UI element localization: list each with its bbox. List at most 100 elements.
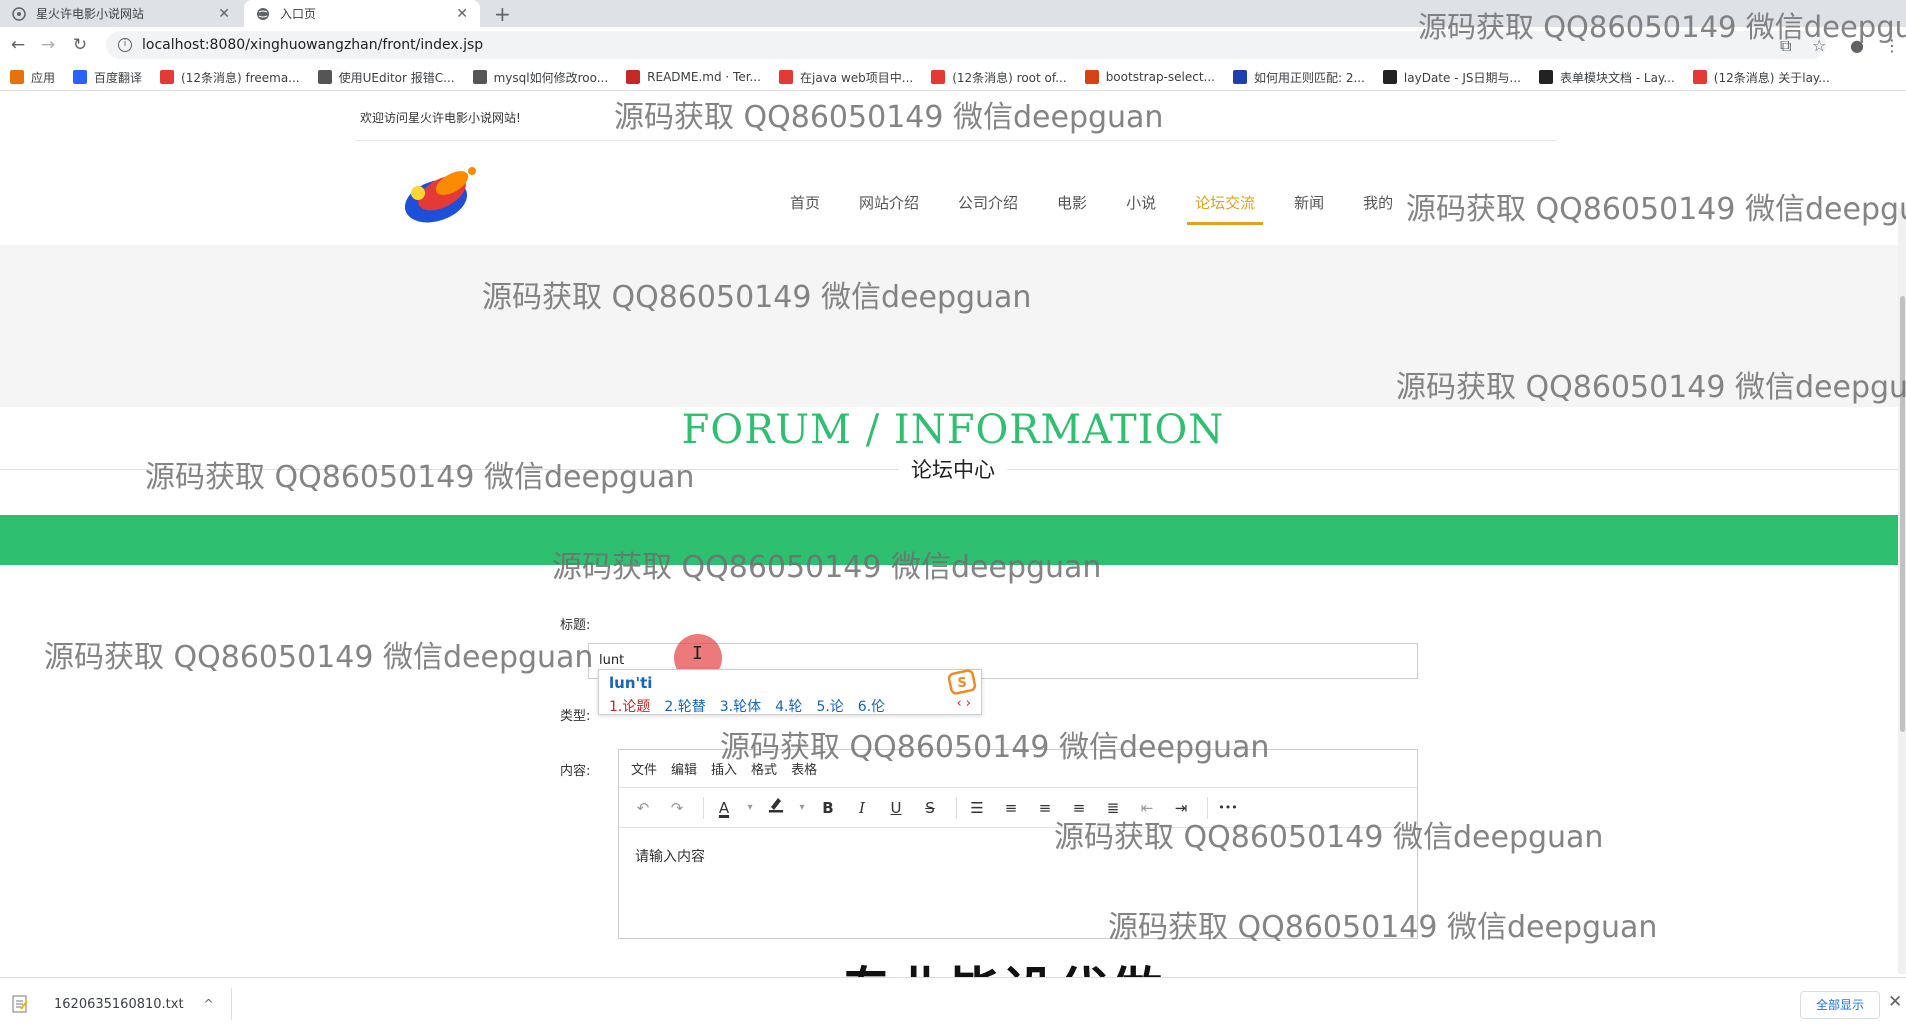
- ime-page-arrows[interactable]: ‹ ›: [956, 696, 971, 711]
- editor-menu-item[interactable]: 表格: [791, 759, 817, 778]
- italic-icon[interactable]: I: [848, 795, 876, 821]
- site-favicon-icon: [12, 6, 26, 21]
- section-subtitle-wrap: 论坛中心: [0, 454, 1906, 484]
- bookmark-item[interactable]: 使用UEditor 报错C...: [317, 69, 455, 86]
- bookmark-item[interactable]: (12条消息) 关于lay...: [1692, 69, 1830, 86]
- ime-candidate[interactable]: 3.轮体: [720, 696, 761, 716]
- svg-text:S: S: [957, 676, 966, 691]
- bookmark-item[interactable]: 在java web项目中...: [779, 69, 913, 86]
- site-logo[interactable]: [396, 157, 490, 229]
- nav-item[interactable]: 公司介绍: [958, 192, 1018, 213]
- bookmark-star-icon[interactable]: ☆: [1812, 36, 1826, 55]
- show-all-button[interactable]: 全部显示: [1800, 991, 1880, 1019]
- close-icon[interactable]: ✕: [1888, 992, 1902, 1012]
- bookmarks-bar: 应用 百度翻译 (12条消息) freema... 使用UEditor 报错C... m…: [0, 64, 1906, 91]
- section-subtitle: 论坛中心: [899, 458, 1007, 482]
- bookmark-label: layDate - JS日期与...: [1403, 70, 1521, 85]
- download-filename: 1620635160810.txt: [54, 996, 184, 1012]
- ime-candidate[interactable]: 4.轮: [775, 696, 802, 716]
- ime-candidate[interactable]: 6.伦: [858, 696, 885, 716]
- type-label: 类型:: [560, 709, 591, 724]
- tab-site[interactable]: 星火许电影小说网站 ✕: [0, 0, 242, 27]
- translate-icon[interactable]: ⧉: [1780, 36, 1791, 56]
- section-title: FORUM / INFORMATION: [681, 407, 1225, 453]
- nav-item[interactable]: 电影: [1057, 192, 1087, 213]
- editor-toolbar: ↶ ↷ A ▾ ▾ B I U S ☰ ≡ ≡ ≡ ≣ ⇤ ⇥ •••: [619, 788, 1417, 828]
- ime-candidate[interactable]: 1.论题: [609, 696, 650, 716]
- bookmark-label: 在java web项目中...: [800, 70, 914, 85]
- ime-candidate[interactable]: 2.轮替: [664, 696, 705, 716]
- bookmark-favicon-icon: [626, 70, 641, 84]
- editor-menu-item[interactable]: 插入: [711, 759, 737, 778]
- align-left-icon[interactable]: ≡: [997, 795, 1025, 821]
- editor-menu-item[interactable]: 格式: [751, 759, 777, 778]
- main-nav: 首页 网站介绍 公司介绍 电影 小说 论坛交流 新闻 我的: [790, 192, 1432, 225]
- close-tab-icon[interactable]: ✕: [218, 6, 230, 22]
- bookmark-item[interactable]: 表单模块文档 - Lay...: [1538, 69, 1675, 86]
- align-justify-icon[interactable]: ≣: [1099, 795, 1127, 821]
- title-label: 标题:: [560, 618, 591, 633]
- nav-item[interactable]: 首页: [790, 192, 820, 213]
- new-tab-button[interactable]: +: [494, 2, 511, 26]
- nav-item[interactable]: 网站介绍: [859, 192, 919, 213]
- bookmark-label: 使用UEditor 报错C...: [338, 70, 455, 85]
- editor-menu-item[interactable]: 文件: [631, 759, 657, 778]
- bookmark-item[interactable]: 应用: [10, 69, 55, 86]
- info-icon[interactable]: i: [118, 38, 132, 52]
- align-center-icon[interactable]: ≡: [1031, 795, 1059, 821]
- highlight-color-icon[interactable]: [762, 795, 790, 821]
- bookmark-item[interactable]: mysql如何修改roo...: [472, 69, 608, 86]
- toolbar-separator: [703, 796, 704, 819]
- rich-text-editor[interactable]: 文件 编辑 插入 格式 表格 ↶ ↷ A ▾ ▾ B I U S ☰ ≡ ≡ ≡ ≣ ⇤…: [618, 749, 1418, 939]
- font-color-icon[interactable]: A: [710, 795, 738, 821]
- bookmark-favicon-icon: [1232, 70, 1247, 84]
- nav-item[interactable]: 新闻: [1294, 192, 1324, 213]
- download-item[interactable]: 1620635160810.txt ^: [12, 988, 232, 1020]
- menu-kebab-icon[interactable]: ⋮: [1884, 36, 1900, 55]
- bookmark-label: 应用: [31, 70, 56, 85]
- profile-avatar-icon[interactable]: ●: [1850, 36, 1864, 55]
- scrollbar-thumb[interactable]: [1900, 296, 1905, 732]
- ime-candidate-popup[interactable]: lun'ti 1.论题 2.轮替 3.轮体 4.轮 5.论 6.伦 ‹ › S: [598, 669, 982, 715]
- editor-menu-item[interactable]: 编辑: [671, 759, 697, 778]
- close-tab-icon[interactable]: ✕: [456, 6, 468, 22]
- bookmark-label: 表单模块文档 - Lay...: [1559, 70, 1675, 85]
- globe-icon: [257, 7, 269, 20]
- bookmark-item[interactable]: (12条消息) freema...: [160, 69, 300, 86]
- bookmark-favicon-icon: [1538, 70, 1553, 84]
- redo-icon[interactable]: ↷: [663, 795, 691, 821]
- line-height-icon[interactable]: ☰: [963, 795, 991, 821]
- bookmark-item[interactable]: bootstrap-select...: [1084, 70, 1215, 84]
- bookmark-item[interactable]: 如何用正则匹配: 2...: [1232, 69, 1365, 86]
- strikethrough-icon[interactable]: S: [916, 795, 944, 821]
- bookmark-item[interactable]: (12条消息) root of...: [931, 69, 1067, 86]
- chevron-down-icon[interactable]: ▾: [796, 795, 808, 821]
- undo-icon[interactable]: ↶: [629, 795, 657, 821]
- nav-item[interactable]: 我的: [1363, 192, 1393, 213]
- outdent-icon[interactable]: ⇤: [1133, 795, 1161, 821]
- bookmark-item[interactable]: layDate - JS日期与...: [1382, 69, 1521, 86]
- forward-arrow-icon[interactable]: →: [38, 35, 58, 55]
- back-arrow-icon[interactable]: ←: [8, 35, 28, 55]
- more-icon[interactable]: •••: [1214, 795, 1242, 821]
- bookmark-label: (12条消息) root of...: [952, 70, 1067, 85]
- nav-item[interactable]: 小说: [1126, 192, 1156, 213]
- bookmark-label: (12条消息) 关于lay...: [1713, 70, 1830, 85]
- editor-placeholder[interactable]: 请输入内容: [635, 846, 705, 866]
- nav-item[interactable]: 论坛交流: [1187, 192, 1264, 225]
- indent-icon[interactable]: ⇥: [1167, 795, 1195, 821]
- chevron-up-icon[interactable]: ^: [204, 997, 214, 1011]
- bookmark-item[interactable]: 百度翻译: [73, 69, 142, 86]
- text-file-icon: [12, 995, 28, 1013]
- address-bar[interactable]: i localhost:8080/xinghuowangzhan/front/i…: [106, 31, 1826, 59]
- ime-candidate[interactable]: 5.论: [816, 696, 843, 716]
- ime-pinyin: lun'ti: [609, 674, 653, 692]
- browser-toolbar: ← → ↻ i localhost:8080/xinghuowangzhan/f…: [0, 27, 1906, 64]
- bold-icon[interactable]: B: [814, 795, 842, 821]
- reload-icon[interactable]: ↻: [70, 35, 90, 55]
- tab-entry[interactable]: 入口页 ✕: [244, 0, 480, 27]
- align-right-icon[interactable]: ≡: [1065, 795, 1093, 821]
- underline-icon[interactable]: U: [882, 795, 910, 821]
- bookmark-item[interactable]: README.md · Ter...: [626, 70, 761, 84]
- chevron-down-icon[interactable]: ▾: [744, 795, 756, 821]
